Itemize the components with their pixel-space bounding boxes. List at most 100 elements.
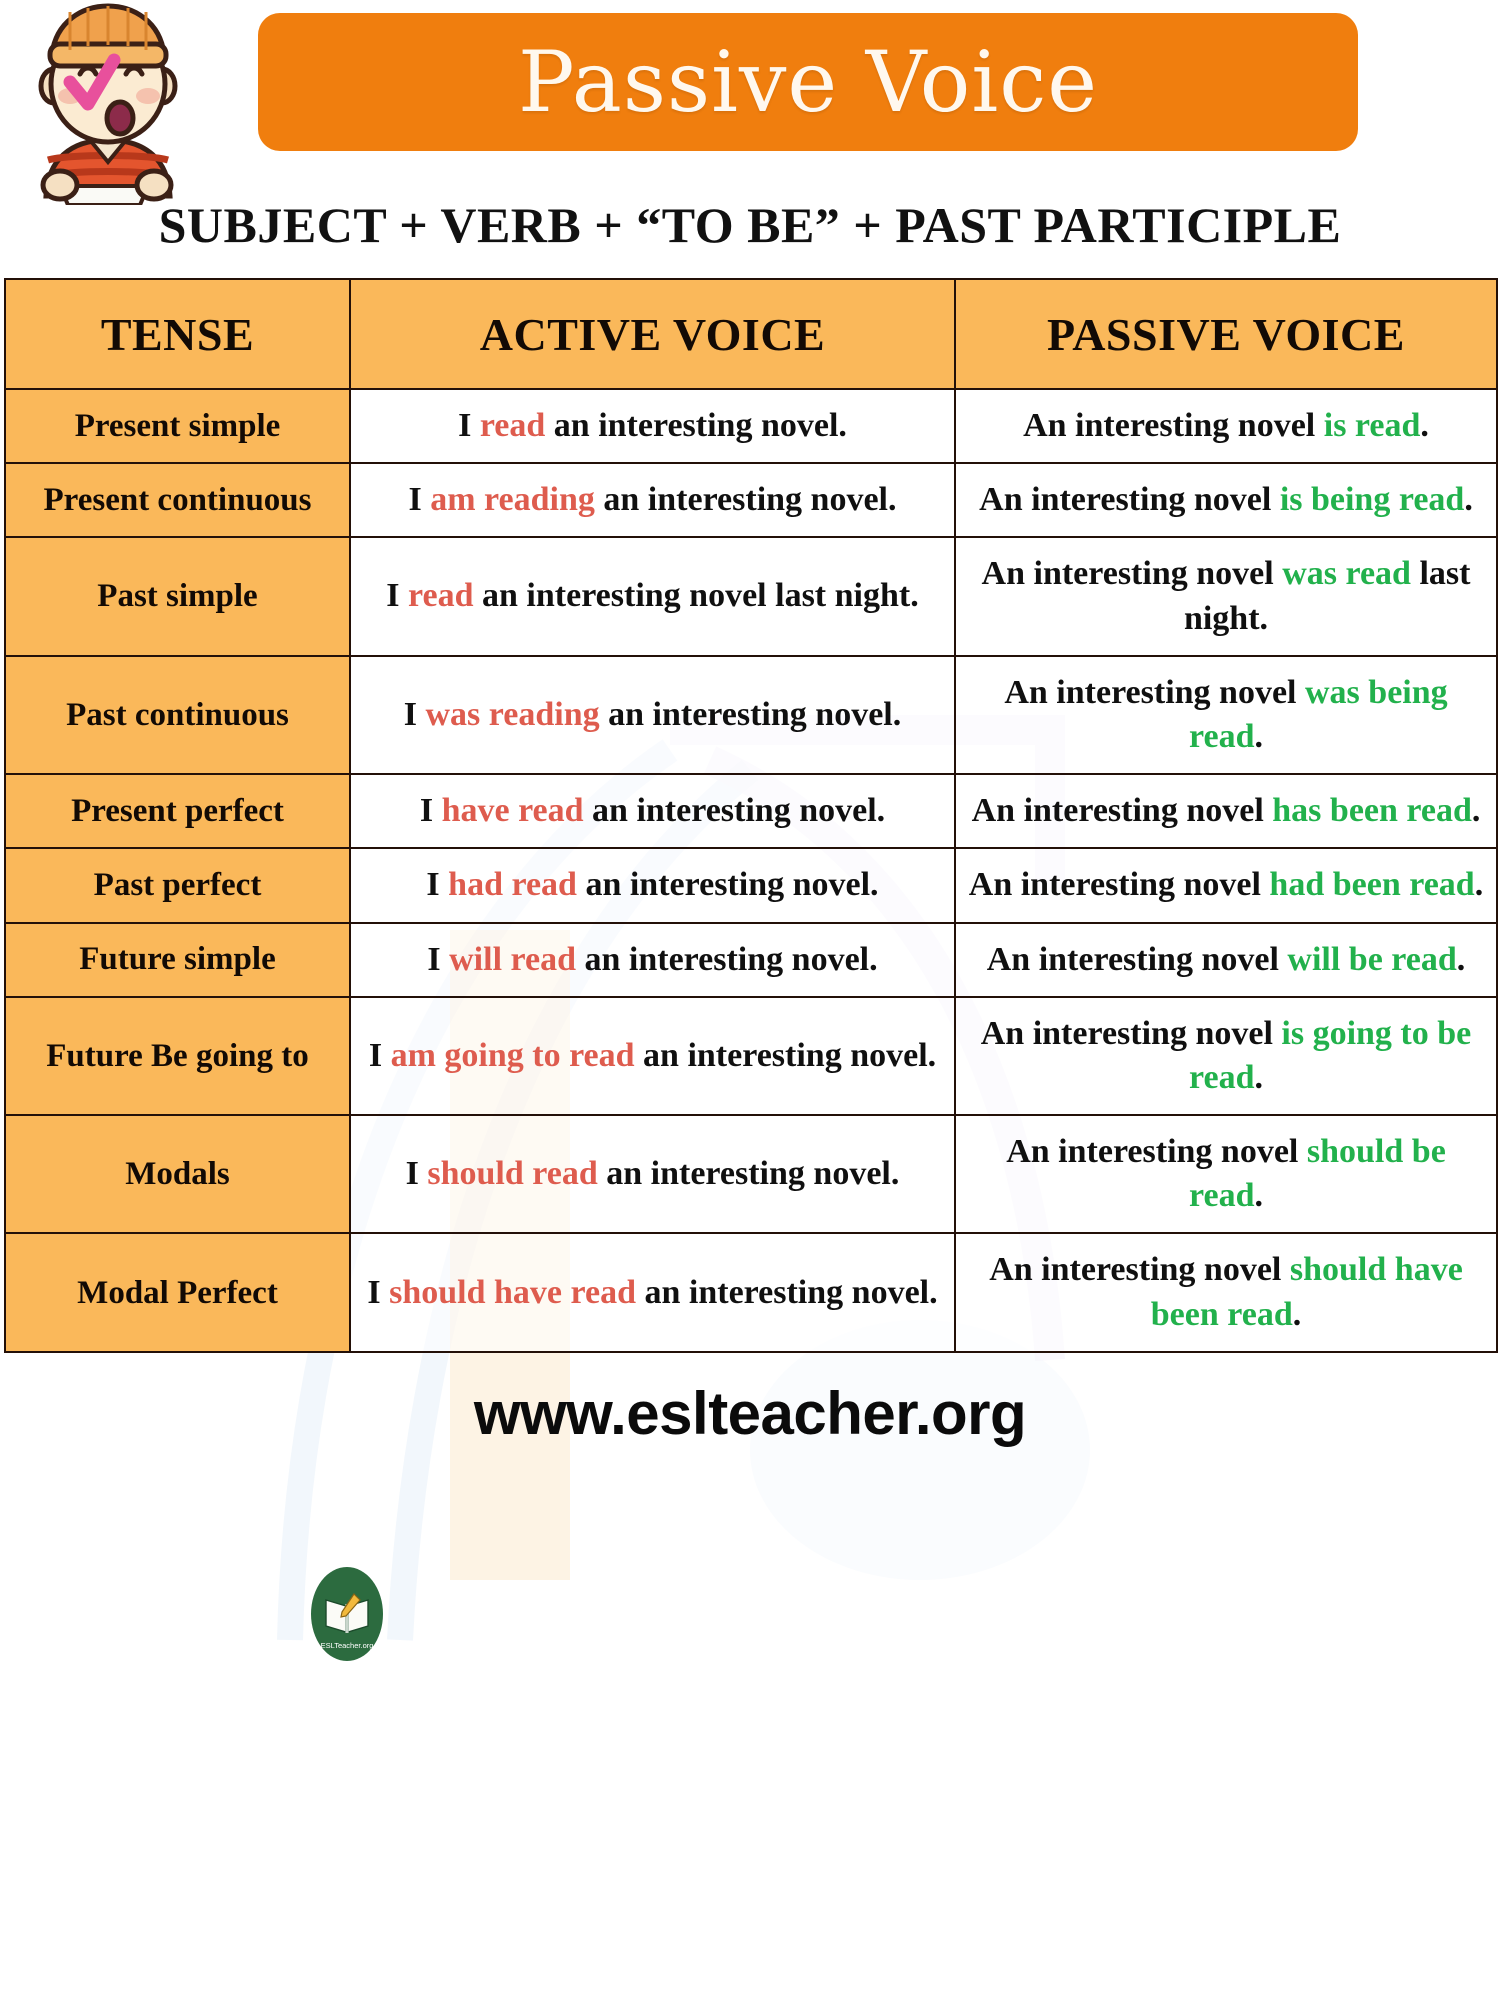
sentence-prefix: An interesting novel bbox=[989, 1251, 1290, 1289]
eslteacher-book-logo: ESLTeacher.org bbox=[311, 1567, 383, 1661]
table-row: Past perfect I had read an interesting no… bbox=[4, 847, 1498, 924]
passive-voice-table: TENSE ACTIVE VOICE PASSIVE VOICE Present… bbox=[4, 278, 1498, 1353]
footer-url[interactable]: www.eslteacher.org bbox=[0, 1379, 1500, 1448]
table-body: Present simple I read an interesting nove… bbox=[4, 387, 1498, 1353]
sentence-prefix: An interesting novel bbox=[1006, 1133, 1307, 1171]
passive-voice-cell: An interesting novel should have been re… bbox=[954, 1232, 1498, 1353]
sentence-suffix: . bbox=[1474, 866, 1484, 904]
table-row: Present perfect I have read an interestin… bbox=[4, 773, 1498, 850]
sentence-suffix: an interesting novel. bbox=[576, 866, 879, 904]
highlighted-verb-phrase: will read bbox=[449, 940, 576, 978]
tense-cell: Past perfect bbox=[4, 847, 351, 924]
highlighted-verb-phrase: is being read bbox=[1279, 481, 1465, 519]
sentence-suffix: . bbox=[1420, 407, 1429, 444]
active-voice-cell: I should have read an interesting novel. bbox=[349, 1232, 956, 1353]
column-header-tense: TENSE bbox=[4, 278, 351, 390]
table-row: Future simple I will read an interesting … bbox=[4, 921, 1498, 998]
passive-voice-cell: An interesting novel is read. bbox=[954, 387, 1498, 465]
passive-voice-cell: An interesting novel was read last night… bbox=[954, 536, 1498, 657]
tense-cell: Present simple bbox=[4, 387, 351, 465]
sentence-prefix: An interesting novel bbox=[979, 481, 1280, 519]
active-voice-cell: I will read an interesting novel. bbox=[349, 921, 956, 998]
highlighted-verb-phrase: have read bbox=[441, 792, 584, 830]
sentence-prefix: I bbox=[408, 481, 431, 519]
table-row: Modal Perfect I should have read an inter… bbox=[4, 1232, 1498, 1353]
sentence-suffix: an interesting novel. bbox=[576, 940, 878, 978]
active-voice-cell: I read an interesting novel last night. bbox=[349, 536, 956, 657]
sentence-suffix: . bbox=[1254, 1058, 1263, 1096]
highlighted-verb-phrase: was read bbox=[1282, 555, 1411, 593]
sentence-prefix: I bbox=[458, 407, 480, 444]
active-voice-cell: I read an interesting novel. bbox=[349, 387, 956, 465]
passive-voice-cell: An interesting novel is going to be read… bbox=[954, 995, 1498, 1117]
tense-cell: Modals bbox=[4, 1114, 351, 1235]
tense-cell: Future Be going to bbox=[4, 995, 351, 1117]
sentence-prefix: An interesting novel bbox=[986, 940, 1288, 978]
sentence-prefix: An interesting novel bbox=[1004, 673, 1305, 711]
table-row: Present simple I read an interesting nove… bbox=[4, 387, 1498, 465]
sentence-prefix: I bbox=[403, 695, 426, 733]
highlighted-verb-phrase: was reading bbox=[425, 695, 600, 733]
tense-cell: Present continuous bbox=[4, 462, 351, 539]
highlighted-verb-phrase: had read bbox=[448, 866, 577, 904]
tense-cell: Future simple bbox=[4, 921, 351, 998]
table-row: Past simple I read an interesting novel l… bbox=[4, 536, 1498, 657]
sentence-prefix: I bbox=[367, 1273, 390, 1311]
passive-voice-cell: An interesting novel is being read. bbox=[954, 462, 1498, 539]
highlighted-verb-phrase: read bbox=[479, 407, 546, 444]
column-header-passive: PASSIVE VOICE bbox=[954, 278, 1498, 390]
table-row: Present continuous I am reading an intere… bbox=[4, 462, 1498, 539]
sentence-prefix: An interesting novel bbox=[980, 1014, 1282, 1052]
passive-voice-cell: An interesting novel has been read. bbox=[954, 773, 1498, 850]
sentence-suffix: an interesting novel. bbox=[594, 481, 897, 519]
sentence-prefix: I bbox=[419, 792, 442, 830]
logo-caption: ESLTeacher.org bbox=[321, 1641, 374, 1650]
table-header-row: TENSE ACTIVE VOICE PASSIVE VOICE bbox=[4, 278, 1498, 390]
active-voice-cell: I am going to read an interesting novel. bbox=[349, 995, 956, 1117]
highlighted-verb-phrase: will be read bbox=[1287, 940, 1457, 978]
sentence-suffix: an interesting novel. bbox=[636, 1273, 938, 1311]
highlighted-verb-phrase: had been read bbox=[1269, 866, 1475, 904]
highlighted-verb-phrase: has been read bbox=[1272, 792, 1472, 830]
cartoon-boy-with-beanie-icon bbox=[38, 3, 178, 205]
title-banner: Passive Voice bbox=[258, 13, 1358, 151]
tense-cell: Present perfect bbox=[4, 773, 351, 850]
active-voice-cell: I have read an interesting novel. bbox=[349, 773, 956, 850]
tense-cell: Modal Perfect bbox=[4, 1232, 351, 1353]
highlighted-verb-phrase: am going to read bbox=[390, 1036, 635, 1074]
sentence-prefix: An interesting novel bbox=[971, 792, 1273, 830]
highlighted-verb-phrase: is read bbox=[1323, 407, 1421, 444]
sentence-prefix: I bbox=[405, 1155, 428, 1193]
sentence-suffix: . bbox=[1471, 792, 1481, 830]
sentence-prefix: An interesting novel bbox=[981, 555, 1283, 593]
sentence-suffix: . bbox=[1464, 481, 1473, 519]
sentence-suffix: an interesting novel last night. bbox=[473, 577, 919, 615]
sentence-suffix: an interesting novel. bbox=[599, 695, 902, 733]
page-header: Passive Voice bbox=[0, 0, 1500, 205]
sentence-prefix: I bbox=[427, 940, 450, 978]
table-row: Future Be going to I am going to read an … bbox=[4, 995, 1498, 1117]
table-row: Past continuous I was reading an interest… bbox=[4, 654, 1498, 776]
passive-voice-cell: An interesting novel should be read. bbox=[954, 1114, 1498, 1235]
sentence-suffix: an interesting novel. bbox=[597, 1155, 900, 1193]
sentence-suffix: . bbox=[1254, 1177, 1263, 1215]
highlighted-verb-phrase: should read bbox=[427, 1155, 598, 1193]
passive-voice-formula: SUBJECT + VERB + “TO BE” + PAST PARTICIP… bbox=[158, 197, 1342, 253]
highlighted-verb-phrase: should have read bbox=[389, 1273, 636, 1311]
passive-voice-cell: An interesting novel will be read. bbox=[954, 921, 1498, 998]
sentence-suffix: an interesting novel. bbox=[545, 407, 847, 444]
sentence-prefix: An interesting novel bbox=[968, 866, 1270, 904]
infographic-page: Passive Voice SUBJECT + VERB + “TO BE” +… bbox=[0, 0, 1500, 2000]
active-voice-cell: I should read an interesting novel. bbox=[349, 1114, 956, 1235]
table-row: Modals I should read an interesting novel… bbox=[4, 1114, 1498, 1235]
active-voice-cell: I had read an interesting novel. bbox=[349, 847, 956, 924]
column-header-active: ACTIVE VOICE bbox=[349, 278, 956, 390]
sentence-suffix: . bbox=[1456, 940, 1466, 978]
highlighted-verb-phrase: am reading bbox=[430, 481, 595, 519]
tense-cell: Past continuous bbox=[4, 654, 351, 776]
active-voice-cell: I was reading an interesting novel. bbox=[349, 654, 956, 776]
sentence-suffix: . bbox=[1254, 717, 1263, 755]
sentence-prefix: I bbox=[368, 1036, 391, 1074]
passive-voice-cell: An interesting novel had been read. bbox=[954, 847, 1498, 924]
sentence-suffix: an interesting novel. bbox=[583, 792, 886, 830]
